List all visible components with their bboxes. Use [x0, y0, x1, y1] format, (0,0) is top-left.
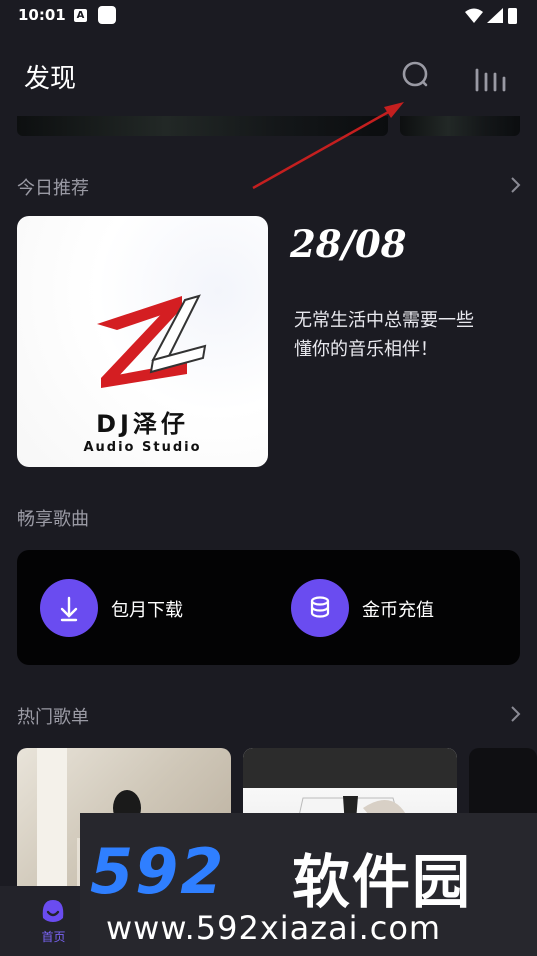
section-title-enjoy: 畅享歌曲 — [17, 509, 89, 530]
home-icon[interactable] — [39, 898, 67, 924]
chevron-right-icon[interactable] — [508, 176, 522, 194]
watermark-logo: 592 — [90, 835, 226, 908]
chevron-right-icon[interactable] — [508, 705, 522, 723]
watermark-url: www.592xiazai.com — [106, 909, 442, 947]
recommend-date: 28/08 — [290, 222, 407, 266]
album-name: DJ泽仔 — [96, 410, 189, 438]
watermark: 592 软件园 www.592xiazai.com — [80, 813, 537, 956]
album-cover[interactable]: DJ泽仔 Audio Studio — [17, 216, 268, 467]
coins-icon — [291, 579, 349, 637]
bottom-nav: 首页 — [0, 886, 80, 956]
album-subtitle: Audio Studio — [83, 440, 202, 455]
section-title-hot: 热门歌单 — [17, 707, 89, 728]
recommend-text-line1: 无常生活中总需要一些 — [294, 310, 474, 331]
vip-panel: 包月下载 金币充值 — [17, 550, 520, 665]
recommend-text-line2: 懂你的音乐相伴！ — [294, 339, 438, 360]
coin-recharge-label: 金币充值 — [362, 600, 434, 621]
section-title-today: 今日推荐 — [17, 178, 89, 199]
download-icon — [40, 579, 98, 637]
monthly-download-button[interactable]: 包月下载 — [40, 579, 240, 637]
coin-recharge-button[interactable]: 金币充值 — [291, 579, 491, 637]
recommend-text: 无常生活中总需要一些 懂你的音乐相伴！ — [294, 306, 514, 364]
watermark-name: 软件园 — [292, 848, 473, 916]
monthly-download-label: 包月下载 — [111, 600, 183, 621]
